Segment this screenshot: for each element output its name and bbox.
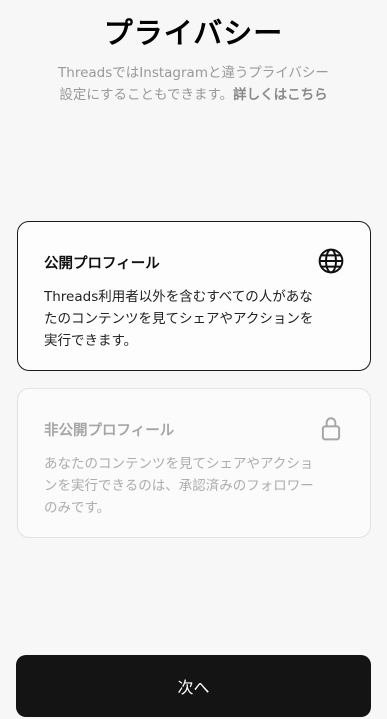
- subtitle-line-2-text: 設定にすることもできます。: [59, 87, 234, 103]
- learn-more-link[interactable]: 詳しくはこちら: [233, 87, 328, 103]
- next-button[interactable]: 次へ: [16, 655, 371, 717]
- globe-icon: [318, 248, 344, 274]
- public-desc-line-1: Threads利用者以外を含むすべての人があな: [44, 289, 313, 305]
- public-desc-line-2: たのコンテンツを見てシェアやアクションを: [44, 311, 314, 327]
- public-desc-line-3: 実行できます。: [44, 333, 138, 349]
- private-profile-option[interactable]: 非公開プロフィール あなたのコンテンツを見てシェアやアクショ ンを実行できるのは…: [17, 388, 371, 538]
- lock-icon: [321, 417, 341, 441]
- page-subtitle: ThreadsではInstagramと違うプライバシー 設定にすることもできます…: [20, 62, 367, 106]
- subtitle-line-1: ThreadsではInstagramと違うプライバシー: [58, 65, 329, 81]
- page-title: プライバシー: [103, 16, 284, 50]
- private-desc-line-1: あなたのコンテンツを見てシェアやアクショ: [44, 456, 314, 472]
- private-profile-description: あなたのコンテンツを見てシェアやアクショ ンを実行できるのは、承認済みのフォロワ…: [44, 453, 350, 519]
- privacy-screen: プライバシー ThreadsではInstagramと違うプライバシー 設定にする…: [0, 0, 387, 719]
- private-profile-title: 非公開プロフィール: [44, 423, 175, 439]
- private-desc-line-2: ンを実行できるのは、承認済みのフォロワー: [44, 478, 314, 494]
- public-profile-description: Threads利用者以外を含むすべての人があな たのコンテンツを見てシェアやアク…: [44, 286, 350, 352]
- public-profile-option[interactable]: 公開プロフィール Threads利用者以外を含むすべての人があな たのコンテンツ…: [17, 221, 371, 371]
- private-desc-line-3: のみです。: [44, 500, 111, 516]
- public-profile-title: 公開プロフィール: [44, 256, 160, 272]
- subtitle-line-2: 設定にすることもできます。詳しくはこちら: [20, 84, 367, 106]
